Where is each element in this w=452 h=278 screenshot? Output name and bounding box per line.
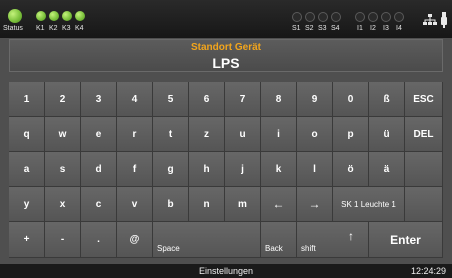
i3-label: I3	[383, 25, 389, 32]
key-oe[interactable]: ö	[333, 152, 369, 187]
s4-led-icon	[331, 12, 341, 22]
screen-title: Einstellungen	[198, 266, 254, 276]
i4-led-icon	[394, 12, 404, 22]
suggestion-button[interactable]: SK 1 Leuchte 1	[333, 187, 405, 222]
back-button[interactable]: Back	[261, 222, 297, 258]
key-sz[interactable]: ß	[369, 82, 405, 117]
key-a[interactable]: a	[9, 152, 45, 187]
s3-label: S3	[318, 25, 327, 32]
shift-label: shift	[301, 244, 316, 253]
status-bar: Status K1 K2 K3 K4 S1 S2 S3 S4 I1 I2 I3 …	[0, 0, 452, 38]
key-d[interactable]: d	[81, 152, 117, 187]
key-0[interactable]: 0	[333, 82, 369, 117]
k3-led-icon	[62, 11, 72, 21]
key-8[interactable]: 8	[261, 82, 297, 117]
key-ue[interactable]: ü	[369, 117, 405, 152]
s2-label: S2	[305, 25, 314, 32]
k2-label: K2	[49, 25, 58, 32]
key-y[interactable]: y	[9, 187, 45, 222]
k4-label: K4	[75, 25, 84, 32]
bottom-bar: Einstellungen 12:24:29	[0, 264, 452, 278]
i2-led-icon	[368, 12, 378, 22]
key-w[interactable]: w	[45, 117, 81, 152]
key-h[interactable]: h	[189, 152, 225, 187]
i3-led-icon	[381, 12, 391, 22]
screen: Status K1 K2 K3 K4 S1 S2 S3 S4 I1 I2 I3 …	[0, 0, 452, 278]
s2-led-icon	[305, 12, 315, 22]
i1-led-icon	[355, 12, 365, 22]
i4-label: I4	[396, 25, 402, 32]
space-button[interactable]: Space	[153, 222, 261, 258]
cursor-left-button[interactable]: ←	[261, 187, 297, 222]
key-5[interactable]: 5	[153, 82, 189, 117]
key-i[interactable]: i	[261, 117, 297, 152]
arrow-right-icon: →	[308, 197, 321, 211]
enter-button[interactable]: Enter	[369, 222, 443, 258]
entry-header: Standort Gerät LPS	[9, 39, 443, 72]
key-6[interactable]: 6	[189, 82, 225, 117]
key-blank	[405, 152, 443, 187]
key-plus[interactable]: +	[9, 222, 45, 258]
k3-label: K3	[62, 25, 71, 32]
key-b[interactable]: b	[153, 187, 189, 222]
i2-label: I2	[370, 25, 376, 32]
on-screen-keyboard: 1 2 3 4 5 6 7 8 9 0 ß ESC q w e r t z u …	[9, 82, 443, 258]
space-label: Space	[157, 244, 180, 253]
destination-title: Standort Gerät	[190, 42, 261, 53]
key-ae[interactable]: ä	[369, 152, 405, 187]
key-j[interactable]: j	[225, 152, 261, 187]
key-c[interactable]: c	[81, 187, 117, 222]
key-k[interactable]: k	[261, 152, 297, 187]
key-3[interactable]: 3	[81, 82, 117, 117]
usb-icon	[441, 12, 447, 28]
k4-led-icon	[75, 11, 85, 21]
s1-led-icon	[292, 12, 302, 22]
key-g[interactable]: g	[153, 152, 189, 187]
key-2[interactable]: 2	[45, 82, 81, 117]
status-led-icon	[8, 9, 22, 23]
back-label: Back	[265, 244, 283, 253]
delete-button[interactable]: DEL	[405, 117, 443, 152]
key-l[interactable]: l	[297, 152, 333, 187]
key-q[interactable]: q	[9, 117, 45, 152]
key-at[interactable]: @	[117, 222, 153, 258]
escape-button[interactable]: ESC	[405, 82, 443, 117]
i1-label: I1	[357, 25, 363, 32]
key-p[interactable]: p	[333, 117, 369, 152]
key-u[interactable]: u	[225, 117, 261, 152]
key-minus[interactable]: -	[45, 222, 81, 258]
shift-arrow-icon: ↑	[348, 229, 354, 243]
shift-button[interactable]: shift ↑	[297, 222, 369, 258]
key-1[interactable]: 1	[9, 82, 45, 117]
key-period[interactable]: .	[81, 222, 117, 258]
key-9[interactable]: 9	[297, 82, 333, 117]
key-z[interactable]: z	[189, 117, 225, 152]
clock: 12:24:29	[410, 266, 446, 276]
key-r[interactable]: r	[117, 117, 153, 152]
key-s[interactable]: s	[45, 152, 81, 187]
k1-label: K1	[36, 25, 45, 32]
k1-led-icon	[36, 11, 46, 21]
network-icon	[423, 14, 437, 25]
entry-value-field[interactable]: LPS	[10, 55, 442, 71]
key-e[interactable]: e	[81, 117, 117, 152]
key-m[interactable]: m	[225, 187, 261, 222]
s1-label: S1	[292, 25, 301, 32]
key-t[interactable]: t	[153, 117, 189, 152]
key-x[interactable]: x	[45, 187, 81, 222]
s4-label: S4	[331, 25, 340, 32]
arrow-left-icon: ←	[272, 197, 285, 211]
key-7[interactable]: 7	[225, 82, 261, 117]
s3-led-icon	[318, 12, 328, 22]
suggestion-label: SK 1 Leuchte 1	[341, 199, 396, 209]
status-label: Status	[3, 25, 23, 32]
key-4[interactable]: 4	[117, 82, 153, 117]
key-f[interactable]: f	[117, 152, 153, 187]
key-n[interactable]: n	[189, 187, 225, 222]
key-blank	[405, 187, 443, 222]
cursor-right-button[interactable]: →	[297, 187, 333, 222]
key-o[interactable]: o	[297, 117, 333, 152]
k2-led-icon	[49, 11, 59, 21]
key-v[interactable]: v	[117, 187, 153, 222]
